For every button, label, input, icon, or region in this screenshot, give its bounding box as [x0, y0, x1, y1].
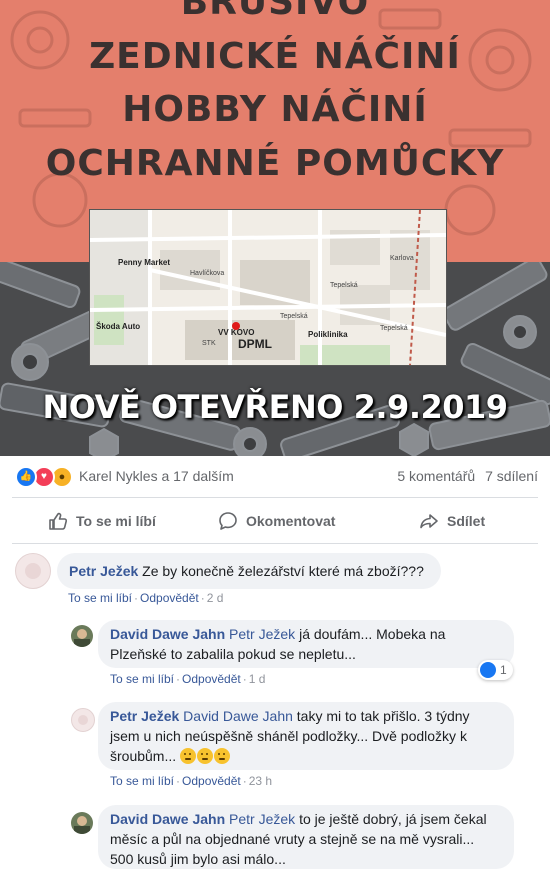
thinking-face-emoji-icon	[197, 748, 214, 764]
comments-count[interactable]: 5 komentářů	[397, 468, 475, 484]
share-label: Sdílet	[447, 513, 486, 529]
comment-like-link[interactable]: To se mi líbí	[110, 672, 174, 686]
comment-reply-link[interactable]: Odpovědět	[140, 591, 199, 605]
comment-text: taky mi to tak přišlo. 3 týdny	[292, 708, 470, 724]
map-label-street: Tepelská	[330, 282, 358, 289]
headline-line-4: OCHRANNÉ POMŮCKY	[45, 143, 505, 184]
map-label-poliklinika: Poliklinika	[308, 330, 348, 339]
comment-mention[interactable]: Petr Ježek	[229, 811, 295, 827]
avatar[interactable]	[71, 708, 95, 732]
comment-text: to je ještě dobrý, já jsem čekal	[295, 811, 487, 827]
avatar-image	[25, 563, 41, 579]
comment-author[interactable]: David Dawe Jahn	[110, 811, 225, 827]
comment-text: jsem u nich neúspěšně sháněl podložky...…	[110, 728, 467, 744]
map-label-penny: Penny Market	[118, 258, 171, 267]
comment-text: já doufám... Mobeka na	[295, 626, 446, 642]
map-label-street: Havlíčkova	[190, 270, 225, 277]
comment-mention[interactable]: David Dawe Jahn	[183, 708, 293, 724]
map-label-skoda: Škoda Auto	[96, 322, 141, 331]
comment-text: šroubům...	[110, 748, 181, 764]
comment-like-link[interactable]: To se mi líbí	[110, 774, 174, 788]
reactors-names[interactable]: Karel Nykles a 17 dalším	[79, 468, 234, 484]
comment-reply-link[interactable]: Odpovědět	[182, 672, 241, 686]
post-counts: 5 komentářů 7 sdílení	[391, 468, 538, 484]
post-actions: To se mi líbí Okomentovat Sdílet	[0, 502, 550, 540]
speech-bubble-icon	[219, 512, 237, 530]
avatar-image	[78, 715, 88, 725]
like-button[interactable]: To se mi líbí	[48, 502, 156, 540]
thumbs-up-icon	[49, 512, 68, 530]
comment-meta: To se mi líbí · Odpovědět · 2 d	[68, 591, 224, 605]
comment-bubble: David Dawe Jahn Petr Ježek to je ještě d…	[98, 805, 514, 869]
comment-timestamp[interactable]: 2 d	[207, 591, 224, 605]
comment-text: Ze by konečně železářství které má zboží…	[142, 563, 424, 579]
comment-button[interactable]: Okomentovat	[218, 502, 335, 540]
reaction-count-value: 1	[500, 663, 507, 677]
comment-bubble: Petr Ježek Ze by konečně železářství kte…	[57, 553, 441, 589]
avatar-image	[74, 629, 90, 647]
avatar[interactable]	[71, 812, 93, 834]
divider	[12, 543, 538, 544]
comment-author[interactable]: David Dawe Jahn	[110, 626, 225, 642]
divider	[12, 497, 538, 498]
avatar[interactable]	[15, 553, 51, 589]
location-map: Penny Market Škoda Auto VV KOVO STK DPML…	[89, 209, 447, 366]
headline-line-3: HOBBY NÁČINÍ	[122, 89, 428, 130]
thinking-face-emoji-icon	[214, 748, 231, 764]
avatar-image	[74, 816, 90, 834]
comment-meta: To se mi líbí · Odpovědět · 1 d	[110, 672, 266, 686]
avatar[interactable]	[71, 625, 93, 647]
comment-timestamp[interactable]: 1 d	[249, 672, 266, 686]
comment-text: Plzeňské to zabalila pokud se nepletu...	[110, 646, 356, 662]
reactions-summary: 👍 ♥ ● Karel Nykles a 17 dalším 5 komentá…	[0, 456, 550, 496]
headline-line-2: ZEDNICKÉ NÁČINÍ	[89, 36, 461, 77]
share-button[interactable]: Sdílet	[419, 502, 485, 540]
comment-like-link[interactable]: To se mi líbí	[68, 591, 132, 605]
comment-author[interactable]: Petr Ježek	[69, 563, 138, 579]
opening-date-banner: NOVĚ OTEVŘENO 2.9.2019	[42, 388, 508, 426]
headline-line-1: BRUSIVO	[180, 0, 370, 23]
post-image[interactable]: BRUSIVO ZEDNICKÉ NÁČINÍ HOBBY NÁČINÍ OCH…	[0, 0, 550, 456]
comment-text: měsíc a půl na objednané vruty a stejně …	[110, 831, 475, 847]
comment-text: 500 kusů jim bylo asi málo...	[110, 851, 286, 867]
like-label: To se mi líbí	[76, 513, 156, 529]
map-label-street: Tepelská	[280, 313, 308, 320]
comment-bubble: David Dawe Jahn Petr Ježek já doufám... …	[98, 620, 514, 668]
comment-bubble: Petr Ježek David Dawe Jahn taky mi to ta…	[98, 702, 514, 770]
map-label-street: Tepelská	[380, 325, 408, 332]
map-label-stk: STK	[202, 340, 216, 347]
comment-reaction-count[interactable]: 1	[478, 660, 513, 680]
map-label-dpml: DPML	[238, 337, 272, 351]
thinking-face-emoji-icon	[180, 748, 197, 764]
map-pin-icon	[232, 322, 240, 330]
comment-meta: To se mi líbí · Odpovědět · 23 h	[110, 774, 273, 788]
comment-label: Okomentovat	[246, 513, 336, 529]
comment-author[interactable]: Petr Ježek	[110, 708, 179, 724]
comment-mention[interactable]: Petr Ježek	[229, 626, 295, 642]
comment-reply-link[interactable]: Odpovědět	[182, 774, 241, 788]
like-reaction-icon	[480, 662, 496, 678]
comment-timestamp[interactable]: 23 h	[249, 774, 272, 788]
shares-count[interactable]: 7 sdílení	[485, 468, 538, 484]
map-label-street: Karlova	[390, 255, 414, 262]
like-reaction-icon: 👍	[15, 466, 37, 488]
share-arrow-icon	[420, 514, 438, 529]
reaction-icons[interactable]: 👍 ♥ ●	[15, 466, 77, 488]
